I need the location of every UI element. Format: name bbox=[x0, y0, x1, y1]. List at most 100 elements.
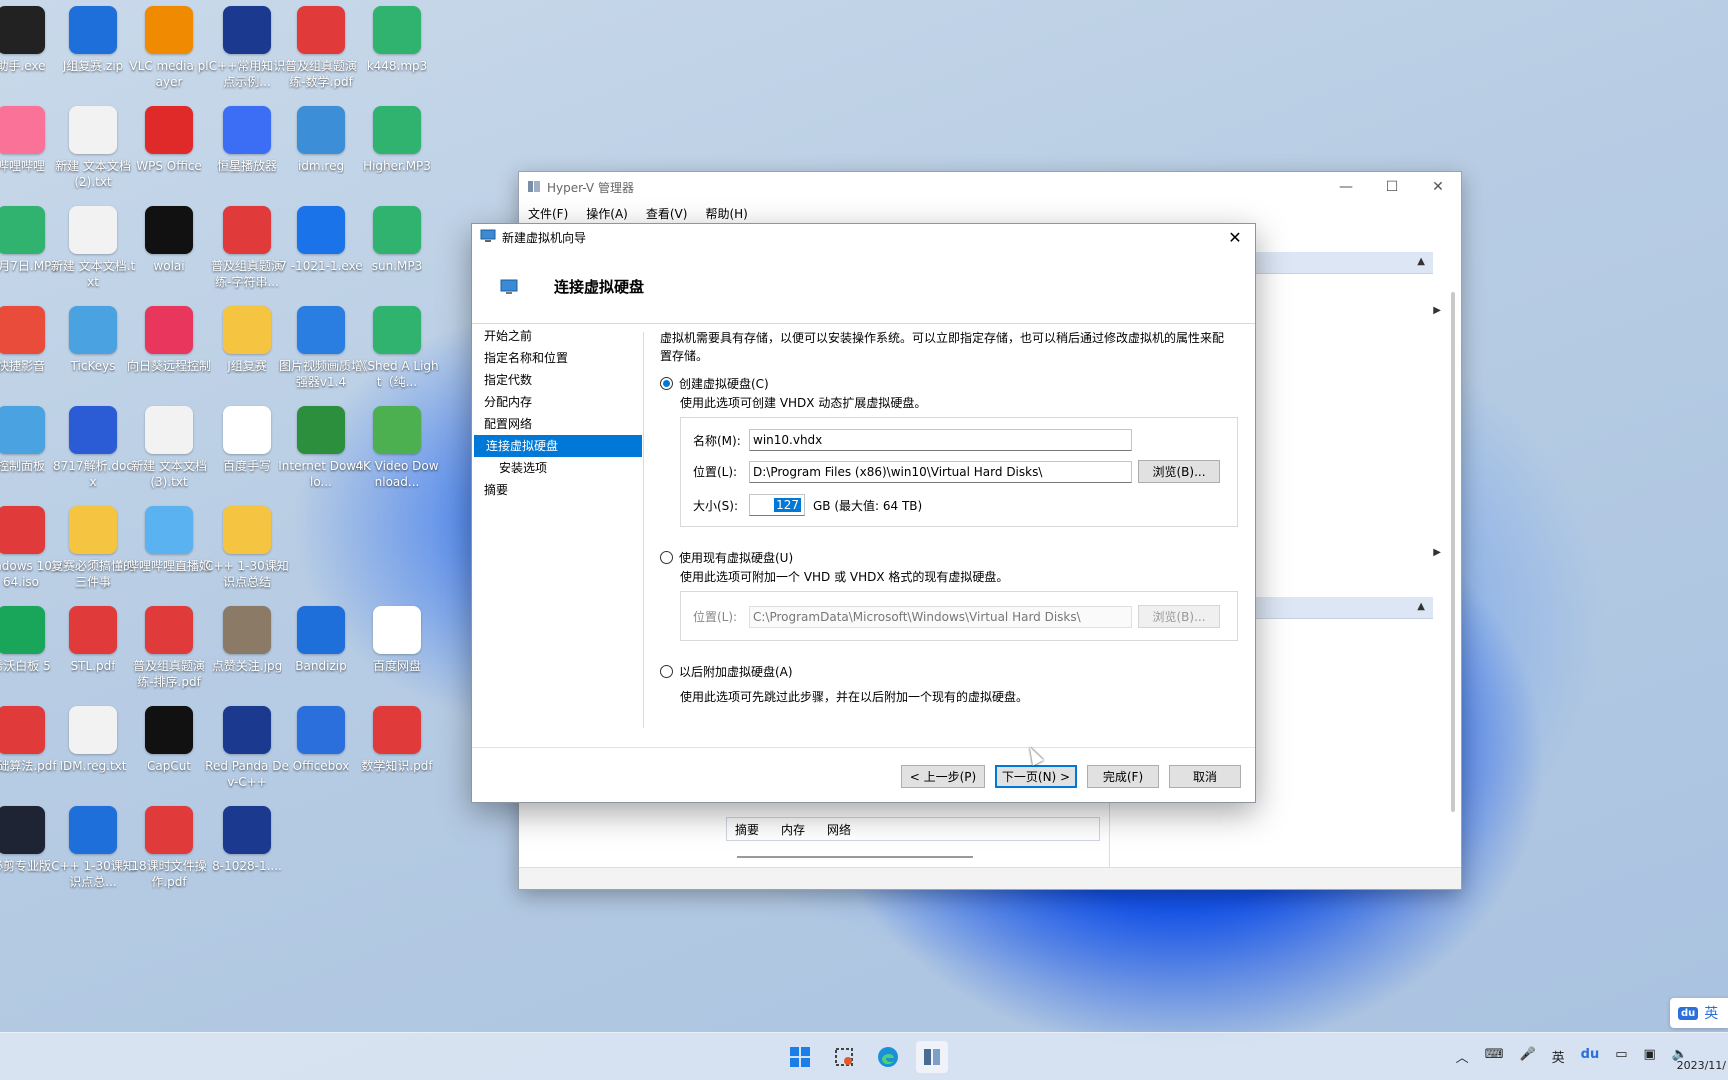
next-button[interactable]: 下一页(N) > bbox=[995, 765, 1077, 788]
collapse-icon[interactable]: ▲ bbox=[1417, 256, 1425, 267]
desktop-icon[interactable]: 7 -1021-1.exe bbox=[278, 206, 364, 302]
desktop-icon[interactable]: 4K Video Download... bbox=[354, 406, 440, 502]
chevron-up-icon[interactable]: ︿ bbox=[1456, 1047, 1469, 1066]
wizard-step[interactable]: 指定名称和位置 bbox=[472, 347, 642, 369]
existing-vhd-radio[interactable] bbox=[660, 550, 673, 564]
menu-file[interactable]: 文件(F) bbox=[528, 205, 568, 222]
desktop-icon[interactable]: idm.reg bbox=[278, 106, 364, 202]
tab-summary[interactable]: 摘要 bbox=[735, 821, 759, 838]
wizard-footer: < 上一步(P) 下一页(N) > 完成(F) 取消 bbox=[901, 765, 1241, 788]
ime-language-indicator[interactable]: 英 bbox=[1552, 1047, 1565, 1066]
hyperv-titlebar[interactable]: Hyper-V 管理器 — ☐ ✕ bbox=[519, 172, 1461, 202]
network-icon[interactable]: ▣ bbox=[1644, 1047, 1656, 1066]
wizard-titlebar[interactable]: 新建虚拟机向导 bbox=[472, 224, 1255, 250]
desktop-icon[interactable]: 普及组真题演练-数学.pdf bbox=[278, 6, 364, 102]
desktop-icon[interactable]: 数学知识.pdf bbox=[354, 706, 440, 802]
menu-action[interactable]: 操作(A) bbox=[586, 205, 628, 222]
tab-memory[interactable]: 内存 bbox=[781, 821, 805, 838]
new-vm-wizard-dialog[interactable]: 新建虚拟机向导 ✕ 连接虚拟硬盘 开始之前 指定名称和位置 指定代数 分配内存 配置网络… bbox=[471, 223, 1256, 803]
browse-button[interactable]: 浏览(B)... bbox=[1138, 460, 1220, 483]
edge-icon[interactable] bbox=[872, 1041, 904, 1073]
desktop-icon[interactable]: Internet Downlo... bbox=[278, 406, 364, 502]
size-field[interactable]: 127 bbox=[749, 494, 805, 516]
desktop-icon[interactable]: C++ 1-30课知识点总... bbox=[50, 806, 136, 902]
existing-vhd-option[interactable]: 使用现有虚拟硬盘(U) bbox=[660, 547, 1230, 567]
desktop-icon[interactable]: Bandizip bbox=[278, 606, 364, 702]
desktop-icon[interactable]: 新建 文本文档 (2).txt bbox=[50, 106, 136, 202]
create-vhd-radio[interactable] bbox=[660, 376, 673, 390]
desktop-icon[interactable]: 哔哩哔哩直播姬 bbox=[126, 506, 212, 602]
desktop-icon-label: 复赛必须搞懂的三件事 bbox=[50, 559, 135, 589]
existing-vhd-label[interactable]: 使用现有虚拟硬盘(U) bbox=[679, 549, 793, 566]
wizard-step[interactable]: 分配内存 bbox=[472, 391, 642, 413]
desktop-icon[interactable]: 新建 文本文档.txt bbox=[50, 206, 136, 302]
vertical-scrollbar[interactable] bbox=[1451, 292, 1455, 812]
desktop-icon[interactable]: VLC media player bbox=[126, 6, 212, 102]
microphone-icon[interactable]: 🎤 bbox=[1519, 1047, 1535, 1066]
baidu-ime-tray-icon[interactable]: du bbox=[1581, 1047, 1600, 1066]
location-field[interactable]: D:\Program Files (x86)\win10\Virtual Har… bbox=[749, 460, 1132, 483]
collapse-icon[interactable]: ▲ bbox=[1417, 601, 1425, 612]
create-vhd-option[interactable]: 创建虚拟硬盘(C) bbox=[660, 373, 1230, 393]
desktop-icon[interactable]: wolai bbox=[126, 206, 212, 302]
desktop-icon[interactable]: Higher.MP3 bbox=[354, 106, 440, 202]
desktop-icon-label: 《Shed A Light（纯... bbox=[355, 359, 439, 389]
wizard-step[interactable]: 配置网络 bbox=[472, 413, 642, 435]
windows-start-icon[interactable] bbox=[784, 1041, 816, 1073]
cancel-button[interactable]: 取消 bbox=[1169, 765, 1241, 788]
desktop-icon[interactable]: IDM.reg.txt bbox=[50, 706, 136, 802]
desktop-icon[interactable]: TicKeys bbox=[50, 306, 136, 402]
desktop-icon[interactable]: WPS Office bbox=[126, 106, 212, 202]
hyperv-manager-icon[interactable] bbox=[916, 1041, 948, 1073]
clock-date[interactable]: 2023/11/ bbox=[1677, 1059, 1726, 1072]
desktop-icon[interactable]: 复赛必须搞懂的三件事 bbox=[50, 506, 136, 602]
ime-floating-badge[interactable]: du 英 bbox=[1670, 998, 1728, 1028]
wizard-step[interactable]: 安装选项 bbox=[472, 457, 642, 479]
name-field[interactable]: win10.vhdx bbox=[749, 429, 1132, 451]
keyboard-icon[interactable]: ⌨ bbox=[1485, 1047, 1504, 1066]
expand-arrow-icon[interactable]: ▶ bbox=[1433, 547, 1441, 558]
desktop-icon[interactable]: 8-1028-1.... bbox=[204, 806, 290, 902]
desktop-icon[interactable]: k448.mp3 bbox=[354, 6, 440, 102]
attach-later-label[interactable]: 以后附加虚拟硬盘(A) bbox=[679, 663, 793, 680]
desktop-icon[interactable]: C++ 1-30课知识点总结 bbox=[204, 506, 290, 602]
desktop-icon[interactable]: 18课时文件操作.pdf bbox=[126, 806, 212, 902]
desktop-icon[interactable]: STL.pdf bbox=[50, 606, 136, 702]
wizard-close-button[interactable]: ✕ bbox=[1223, 226, 1247, 248]
desktop-icon-label: 哔哩哔哩直播姬 bbox=[126, 559, 211, 573]
close-button[interactable]: ✕ bbox=[1415, 172, 1461, 202]
wizard-step[interactable]: 指定代数 bbox=[472, 369, 642, 391]
minimize-button[interactable]: — bbox=[1323, 172, 1369, 202]
horizontal-scrollbar[interactable] bbox=[737, 856, 973, 858]
desktop-icon-label: 数学知识.pdf bbox=[361, 759, 433, 773]
wizard-step[interactable]: 开始之前 bbox=[472, 325, 642, 347]
desktop-icon[interactable]: Officebox bbox=[278, 706, 364, 802]
desktop-icon[interactable]: J组复赛.zip bbox=[50, 6, 136, 102]
divider bbox=[643, 332, 644, 728]
desktop-icon[interactable]: CapCut bbox=[126, 706, 212, 802]
expand-arrow-icon[interactable]: ▶ bbox=[1433, 305, 1441, 316]
desktop-icon[interactable]: 新建 文本文档 (3).txt bbox=[126, 406, 212, 502]
menu-view[interactable]: 查看(V) bbox=[646, 205, 688, 222]
desktop-icon[interactable]: 图片视频画质增强器v1.4 bbox=[278, 306, 364, 402]
desktop-icon[interactable]: 8717解析.docx bbox=[50, 406, 136, 502]
maximize-button[interactable]: ☐ bbox=[1369, 172, 1415, 202]
tab-network[interactable]: 网络 bbox=[827, 821, 851, 838]
battery-icon[interactable]: ▭ bbox=[1615, 1047, 1627, 1066]
wizard-step[interactable]: 连接虚拟硬盘 bbox=[474, 435, 642, 457]
desktop-icon[interactable]: 百度网盘 bbox=[354, 606, 440, 702]
existing-vhd-group: 位置(L): C:\ProgramData\Microsoft\Windows\… bbox=[680, 591, 1238, 641]
finish-button[interactable]: 完成(F) bbox=[1087, 765, 1159, 788]
desktop-icon[interactable]: 向日葵远程控制 bbox=[126, 306, 212, 402]
desktop-icon[interactable]: 《Shed A Light（纯... bbox=[354, 306, 440, 402]
desktop-icon[interactable]: sun.MP3 bbox=[354, 206, 440, 302]
create-vhd-label[interactable]: 创建虚拟硬盘(C) bbox=[679, 375, 769, 392]
wizard-step[interactable]: 摘要 bbox=[472, 479, 642, 501]
attach-later-option[interactable]: 以后附加虚拟硬盘(A) bbox=[660, 661, 1230, 681]
desktop-icon[interactable]: 普及组真题演练-排序.pdf bbox=[126, 606, 212, 702]
menu-help[interactable]: 帮助(H) bbox=[705, 205, 747, 222]
previous-button[interactable]: < 上一步(P) bbox=[901, 765, 985, 788]
attach-later-radio[interactable] bbox=[660, 664, 673, 678]
desktop-icon-label: 控制面板 bbox=[0, 459, 45, 473]
snipping-tool-icon[interactable] bbox=[828, 1041, 860, 1073]
